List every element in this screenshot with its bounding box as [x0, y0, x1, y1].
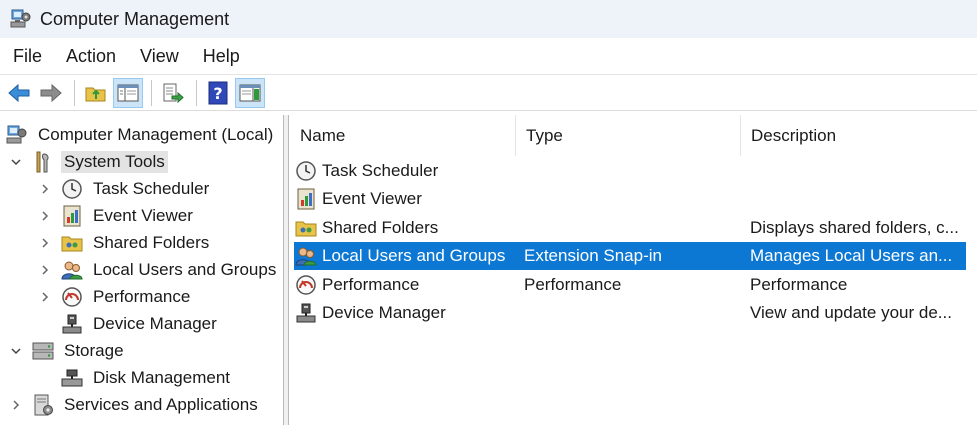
- list-item-name: Performance: [322, 275, 420, 294]
- menu-help[interactable]: Help: [191, 38, 252, 74]
- tree-item-computer-management[interactable]: Computer Management (Local): [5, 121, 276, 148]
- tree-item-local-users-and-groups[interactable]: Local Users and Groups: [38, 256, 279, 283]
- chevron-right-icon[interactable]: [38, 290, 52, 304]
- shared-folder-icon: [60, 231, 84, 255]
- tree-item-shared-folders[interactable]: Shared Folders: [38, 229, 212, 256]
- tree-item-system-tools[interactable]: System Tools: [9, 148, 168, 175]
- console-tree[interactable]: Computer Management (Local) System Tools…: [0, 115, 284, 425]
- list-item-task-scheduler[interactable]: Task Scheduler: [294, 157, 966, 185]
- list-item-device-manager[interactable]: Device Manager View and update your de..…: [294, 299, 966, 327]
- export-list-icon: [162, 83, 184, 103]
- chevron-down-icon[interactable]: [9, 344, 23, 358]
- menu-view[interactable]: View: [128, 38, 191, 74]
- tree-item-label: Task Scheduler: [93, 178, 210, 198]
- services-icon: [31, 393, 55, 417]
- tree-item-device-manager[interactable]: Device Manager: [60, 310, 220, 337]
- list-item-description: Performance: [750, 275, 848, 294]
- chevron-right-icon[interactable]: [38, 236, 52, 250]
- help-button[interactable]: ?: [203, 78, 233, 108]
- list-item-description: View and update your de...: [750, 303, 952, 322]
- chevron-right-icon[interactable]: [38, 209, 52, 223]
- list-item-local-users-and-groups[interactable]: Local Users and Groups Extension Snap-in…: [294, 242, 966, 270]
- device-manager-icon: [60, 312, 84, 336]
- back-button[interactable]: [4, 78, 34, 108]
- back-arrow-icon: [7, 83, 31, 103]
- export-list-button[interactable]: [158, 78, 188, 108]
- list-item-name: Shared Folders: [322, 218, 439, 237]
- clock-icon: [60, 177, 84, 201]
- tree-item-disk-management[interactable]: Disk Management: [60, 364, 233, 391]
- users-icon: [294, 244, 318, 268]
- chevron-right-icon[interactable]: [9, 398, 23, 412]
- title-bar: Computer Management: [0, 0, 977, 38]
- list-header: Name Type Description: [290, 115, 977, 156]
- system-tools-icon: [31, 150, 55, 174]
- list-item-name: Local Users and Groups: [322, 246, 506, 265]
- toolbar-separator: [151, 79, 152, 106]
- svg-text:?: ?: [213, 84, 222, 103]
- tree-item-label: Local Users and Groups: [93, 259, 277, 279]
- tree-item-label: Storage: [64, 340, 124, 360]
- chevron-right-icon[interactable]: [38, 263, 52, 277]
- chevron-right-icon[interactable]: [38, 182, 52, 196]
- up-one-level-button[interactable]: [81, 78, 111, 108]
- performance-gauge-icon: [60, 285, 84, 309]
- list-item-name: Task Scheduler: [322, 161, 439, 180]
- performance-gauge-icon: [294, 273, 318, 297]
- show-hide-action-pane-icon: [239, 83, 261, 103]
- event-viewer-icon: [294, 187, 318, 211]
- window-title: Computer Management: [40, 8, 230, 29]
- pane-splitter[interactable]: [284, 115, 289, 425]
- toolbar-separator: [74, 79, 75, 106]
- computer-management-icon: [5, 123, 29, 147]
- list-item-shared-folders[interactable]: Shared Folders Displays shared folders, …: [294, 214, 966, 242]
- tree-item-task-scheduler[interactable]: Task Scheduler: [38, 175, 212, 202]
- tree-item-label: Event Viewer: [93, 205, 193, 225]
- tree-item-label: Shared Folders: [93, 232, 210, 252]
- forward-arrow-icon: [39, 83, 63, 103]
- storage-icon: [31, 339, 55, 363]
- device-manager-icon: [294, 301, 318, 325]
- list-item-event-viewer[interactable]: Event Viewer: [294, 185, 966, 213]
- show-hide-action-pane-button[interactable]: [235, 77, 265, 108]
- tree-item-label: System Tools: [61, 150, 168, 173]
- tree-item-label: Computer Management (Local): [38, 124, 274, 144]
- list-item-type: Performance: [524, 275, 622, 294]
- disk-management-icon: [60, 366, 84, 390]
- list-item-name: Device Manager: [322, 303, 446, 322]
- list-item-description: Manages Local Users an...: [750, 246, 953, 265]
- column-header-type[interactable]: Type: [516, 115, 741, 156]
- users-icon: [60, 258, 84, 282]
- list-item-description: Displays shared folders, c...: [750, 218, 959, 237]
- menu-file[interactable]: File: [0, 38, 54, 74]
- menu-bar: File Action View Help: [0, 38, 977, 74]
- tree-item-label: Device Manager: [93, 313, 217, 333]
- toolbar: ?: [0, 74, 977, 111]
- show-hide-console-tree-icon: [117, 83, 139, 103]
- column-header-description[interactable]: Description: [741, 115, 977, 156]
- tree-item-event-viewer[interactable]: Event Viewer: [38, 202, 196, 229]
- list-item-type: Extension Snap-in: [524, 246, 662, 265]
- list-item-name: Event Viewer: [322, 189, 422, 208]
- clock-icon: [294, 159, 318, 183]
- event-viewer-icon: [60, 204, 84, 228]
- list-item-performance[interactable]: Performance Performance Performance: [294, 271, 966, 299]
- details-list[interactable]: Name Type Description Task Scheduler Eve…: [290, 115, 977, 425]
- column-header-name[interactable]: Name: [290, 115, 516, 156]
- tree-item-label: Services and Applications: [64, 394, 258, 414]
- tree-item-label: Disk Management: [93, 367, 231, 387]
- tree-item-performance[interactable]: Performance: [38, 283, 193, 310]
- chevron-down-icon[interactable]: [9, 155, 23, 169]
- tree-item-label: Performance: [93, 286, 191, 306]
- computer-management-icon: [10, 8, 32, 30]
- show-hide-console-tree-button[interactable]: [113, 77, 143, 108]
- tree-item-services-and-applications[interactable]: Services and Applications: [9, 391, 261, 418]
- tree-item-storage[interactable]: Storage: [9, 337, 127, 364]
- up-folder-icon: [85, 83, 107, 103]
- toolbar-separator: [196, 79, 197, 106]
- help-icon: ?: [208, 81, 228, 105]
- menu-action[interactable]: Action: [54, 38, 128, 74]
- shared-folder-icon: [294, 216, 318, 240]
- forward-button[interactable]: [36, 78, 66, 108]
